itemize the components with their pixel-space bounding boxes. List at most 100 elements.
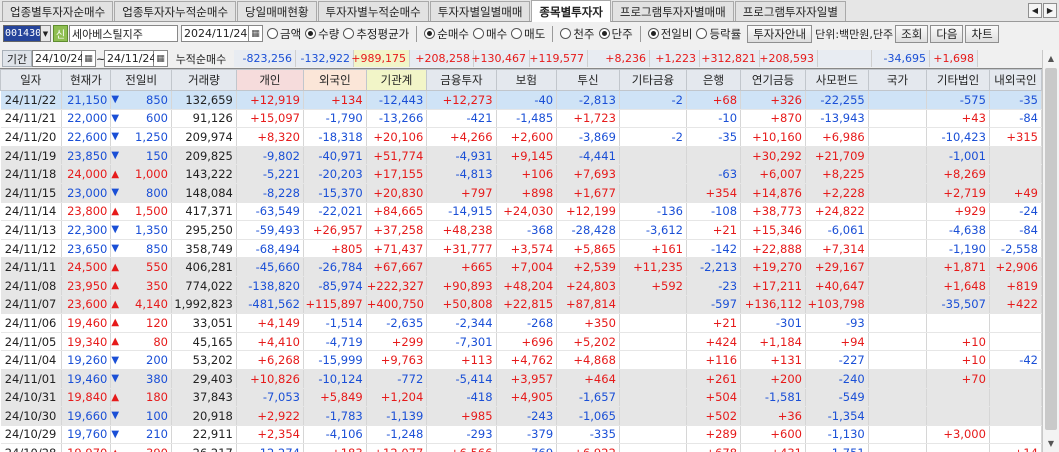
table-row[interactable]: 24/11/04 19,260 ▼ 200 53,202 +6,268 -15,999 +9,…	[0, 350, 1042, 370]
tab-0[interactable]: 업종별투자자순매수	[2, 1, 114, 21]
tab-1[interactable]: 업종투자자누적순매수	[114, 1, 237, 21]
radio-circle-icon	[696, 28, 708, 39]
table-row[interactable]: 24/10/29 19,760 ▼ 210 22,911 +2,354 -4,106 -1,2…	[0, 425, 1042, 445]
trade-type-radio-1[interactable]: 매수	[473, 26, 507, 42]
change-value: 1,000	[135, 167, 168, 182]
investor-cell-2: -1,139	[366, 406, 428, 426]
value-type-radio-0[interactable]: 금액	[267, 26, 301, 42]
period-to-field[interactable]: 24/11/24	[104, 50, 156, 67]
change-cell: ▲ 180	[110, 388, 172, 408]
table-row[interactable]: 24/11/05 19,340 ▲ 80 45,165 +4,410 -4,719 +299-…	[0, 332, 1042, 352]
column-header-13[interactable]: 사모펀드	[804, 69, 869, 91]
column-header-5[interactable]: 외국인	[302, 69, 367, 91]
investor-table[interactable]: 일자 현재가 전일비 거래량 개인 외국인 기관계 금융투자 보험 투신 기타금융 은행 연기금등 사모펀…	[0, 68, 1042, 452]
up-triangle-icon: ▲	[111, 448, 119, 452]
table-row[interactable]: 24/11/18 24,000 ▲ 1,000 143,222 -5,221 -20,203…	[0, 164, 1042, 184]
investor-cell-12: -35	[989, 90, 1042, 110]
chart-button[interactable]: 차트	[965, 24, 999, 43]
table-row[interactable]: 24/11/11 24,500 ▲ 550 406,281 -45,660 -26,784 +…	[0, 257, 1042, 277]
chevron-down-icon[interactable]: ▼	[41, 25, 51, 42]
investor-cell-7: +261	[686, 369, 742, 389]
investor-cell-11: +70	[926, 369, 990, 389]
value-type-radio-2[interactable]: 추정평균가	[343, 26, 409, 42]
period-from-field[interactable]: 24/10/24	[32, 50, 84, 67]
table-row[interactable]: 24/11/12 23,650 ▼ 850 358,749 -68,494 +805 +71,…	[0, 239, 1042, 259]
down-triangle-icon: ▼	[111, 131, 120, 143]
investor-cell-10	[868, 146, 928, 166]
column-header-16[interactable]: 내외국인	[988, 69, 1042, 91]
table-row[interactable]: 24/11/14 23,800 ▲ 1,500 417,371 -63,549 -22,02…	[0, 202, 1042, 222]
unit-type-radio-1[interactable]: 단주	[598, 26, 633, 42]
tab-prev-button[interactable]: ◀	[1028, 3, 1042, 18]
column-header-14[interactable]: 국가	[867, 69, 928, 91]
column-header-10[interactable]: 기타금융	[618, 69, 687, 91]
table-row[interactable]: 24/10/31 19,840 ▲ 180 37,843 -7,053 +5,849 +1,2…	[0, 388, 1042, 408]
tab-7[interactable]: 프로그램투자자일별	[734, 1, 846, 21]
up-triangle-icon: ▲	[111, 391, 120, 403]
table-row[interactable]: 24/11/07 23,600 ▲ 4,140 1,992,823 -481,562 +11…	[0, 295, 1042, 315]
column-header-1[interactable]: 현재가	[60, 69, 112, 91]
column-header-0[interactable]: 일자	[0, 69, 62, 91]
table-row[interactable]: 24/11/08 23,950 ▲ 350 774,022 -138,820 -85,974…	[0, 276, 1042, 296]
investor-cell-5: -3,869	[556, 127, 620, 147]
date-cell: 24/11/21	[0, 109, 62, 129]
column-header-12[interactable]: 연기금등	[740, 69, 806, 91]
volume-cell: 295,250	[171, 220, 237, 240]
vertical-scrollbar[interactable]: ▲ ▼	[1042, 50, 1059, 452]
table-row[interactable]: 24/11/06 19,460 ▲ 120 33,051 +4,149 -1,514 -2,6…	[0, 313, 1042, 333]
table-row[interactable]: 24/11/01 19,460 ▼ 380 29,403 +10,826 -10,124 -7…	[0, 369, 1042, 389]
table-row[interactable]: 24/10/2819,970▲ 39026,217-12,274+183+12,0…	[0, 443, 1042, 452]
compare-type-radio-1[interactable]: 등락률	[696, 26, 741, 42]
column-header-2[interactable]: 전일비	[110, 69, 172, 91]
investor-cell-10	[868, 295, 928, 315]
investor-cell-6	[619, 369, 687, 389]
price-cell: 22,000	[61, 109, 112, 129]
table-row[interactable]: 24/11/21 22,000 ▼ 600 91,126 +15,097 -1,790 -13…	[0, 109, 1042, 129]
calendar-icon[interactable]: ▦	[82, 50, 96, 67]
column-header-11[interactable]: 은행	[685, 69, 742, 91]
trade-type-radio-0[interactable]: 순매수	[424, 26, 469, 42]
tab-3[interactable]: 투자자별누적순매수	[317, 1, 429, 21]
tab-4[interactable]: 투자자별일별매매	[429, 1, 531, 21]
column-header-8[interactable]: 보험	[495, 69, 558, 91]
column-header-9[interactable]: 투신	[556, 69, 620, 91]
trade-type-radio-2[interactable]: 매도	[511, 26, 545, 42]
investor-cell-9: +40,647	[805, 276, 869, 296]
column-header-4[interactable]: 개인	[235, 69, 304, 91]
divider	[639, 25, 641, 42]
table-row[interactable]: 24/11/13 22,300 ▼ 1,350 295,250 -59,493 +26,95…	[0, 220, 1042, 240]
column-header-6[interactable]: 기관계	[365, 69, 428, 91]
scroll-down-icon[interactable]: ▼	[1043, 435, 1059, 452]
value-type-radio-1[interactable]: 수량	[305, 26, 339, 42]
scroll-thumb[interactable]	[1045, 68, 1057, 430]
column-header-3[interactable]: 거래량	[170, 69, 237, 91]
compare-type-radio-0[interactable]: 전일비	[647, 26, 692, 42]
investor-cell-3: -421	[426, 109, 497, 129]
tab-2[interactable]: 당일매매현황	[237, 1, 317, 21]
investor-cell-6: -2	[619, 127, 687, 147]
unit-type-radio-0[interactable]: 천주	[560, 26, 595, 42]
investor-guide-button[interactable]: 투자자안내	[747, 24, 813, 43]
down-triangle-icon: ▼	[111, 354, 120, 366]
column-header-7[interactable]: 금융투자	[426, 69, 497, 91]
table-row[interactable]: 24/11/20 22,600 ▼ 1,250 209,974 +8,320 -18,318…	[0, 127, 1042, 147]
change-value: 600	[146, 111, 168, 126]
calendar-icon[interactable]: ▦	[154, 50, 168, 67]
search-button[interactable]: 조회	[895, 24, 929, 43]
stock-code-field[interactable]: 001430	[3, 25, 41, 42]
investor-by-stock-window: 업종별투자자순매수 업종투자자누적순매수 당일매매현황 투자자별누적순매수 투자자별일별…	[0, 0, 1059, 452]
tab-6[interactable]: 프로그램투자자별매매	[611, 1, 734, 21]
column-header-15[interactable]: 기타법인	[926, 69, 990, 91]
investor-cell-10	[868, 313, 928, 333]
base-date-field[interactable]: 2024/11/24	[181, 25, 249, 42]
search-icon[interactable]: 신	[53, 25, 68, 42]
next-button[interactable]: 다음	[930, 24, 964, 43]
scroll-up-icon[interactable]: ▲	[1043, 50, 1059, 67]
table-row[interactable]: 24/10/30 19,660 ▼ 100 20,918 +2,922 -1,783 -1,1…	[0, 406, 1042, 426]
table-row[interactable]: 24/11/22 21,150 ▼ 850 132,659 +12,919 +134 -12,…	[0, 90, 1042, 110]
tab-5[interactable]: 종목별투자자	[531, 0, 611, 22]
tab-next-button[interactable]: ▶	[1043, 3, 1057, 18]
table-row[interactable]: 24/11/15 23,000 ▼ 800 148,084 -8,228 -15,370 +2…	[0, 183, 1042, 203]
table-row[interactable]: 24/11/19 23,850 ▼ 150 209,825 -9,802 -40,971 +5…	[0, 146, 1042, 166]
calendar-icon[interactable]: ▦	[249, 25, 263, 42]
